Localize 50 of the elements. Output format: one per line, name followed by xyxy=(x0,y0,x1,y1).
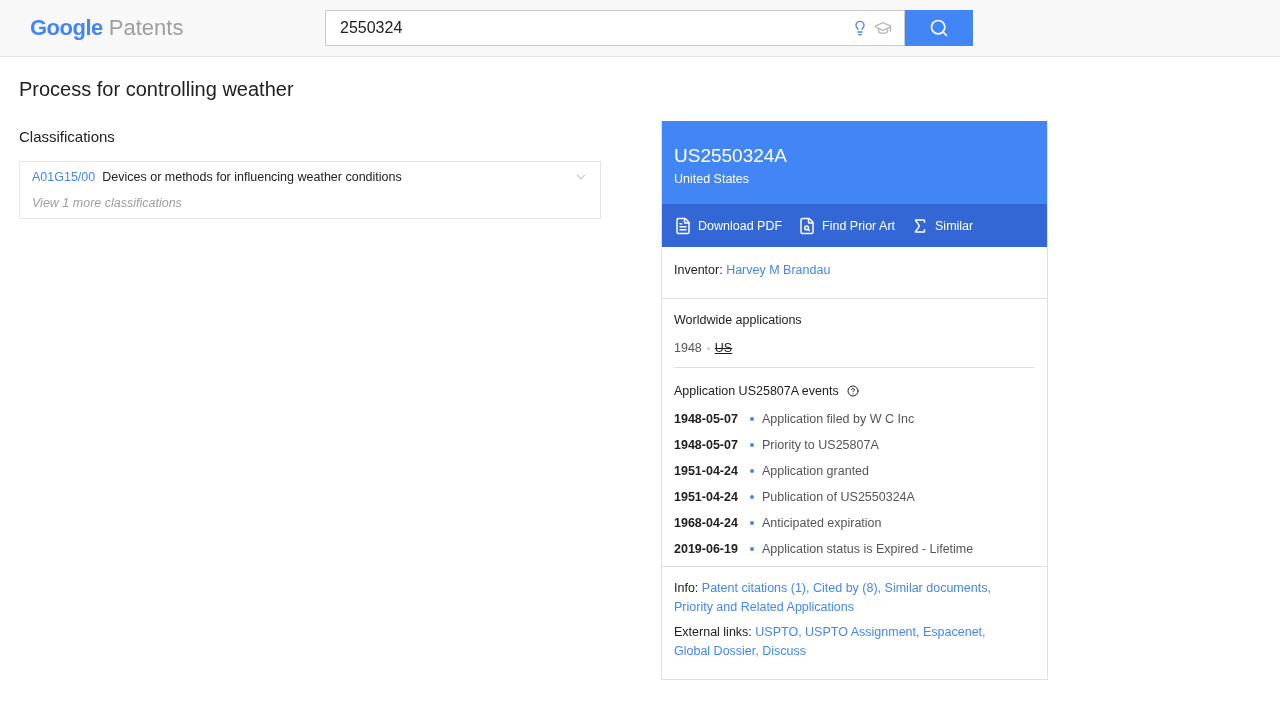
event-date: 2019-06-19 xyxy=(674,542,739,556)
help-icon[interactable] xyxy=(846,385,859,397)
inventor-link[interactable]: Harvey M Brandau xyxy=(726,263,831,277)
action-link[interactable]: Similar xyxy=(911,216,974,235)
event-date: 1951-04-24 xyxy=(674,490,739,504)
info-label: External links: xyxy=(674,625,752,639)
country: United States xyxy=(674,172,751,186)
info-link[interactable]: USPTO Assignment, xyxy=(805,625,920,639)
classification-description: Devices or methods for influencing weather conditions xyxy=(102,170,403,184)
patent-number: US2550324A xyxy=(674,145,789,167)
lightbulb-icon[interactable] xyxy=(852,20,868,36)
patent-title: Process for controlling weather xyxy=(19,78,295,101)
section-heading: Application US25807A events xyxy=(674,384,839,398)
country-link[interactable]: US xyxy=(714,341,733,355)
info-link[interactable]: Global Dossier, xyxy=(674,644,759,658)
info-label: Info: xyxy=(674,581,699,595)
application-year: 1948 xyxy=(674,341,702,355)
info-link[interactable]: Similar documents, xyxy=(884,581,991,595)
info-link[interactable]: Cited by (8), xyxy=(813,581,882,595)
event-description: Priority to US25807A xyxy=(762,438,879,452)
event-description: Application status is Expired - Lifetime xyxy=(762,542,974,556)
action-link[interactable]: Download PDF xyxy=(674,216,783,235)
event-date: 1951-04-24 xyxy=(674,464,739,478)
info-link[interactable]: Patent citations (1), xyxy=(701,581,810,595)
event-date: 1948-05-07 xyxy=(674,412,739,426)
event-description: Anticipated expiration xyxy=(762,516,882,530)
section-heading: Classifications xyxy=(19,128,116,145)
event-date: 1948-05-07 xyxy=(674,438,739,452)
more-classifications-link[interactable]: View 1 more classifications xyxy=(32,196,588,210)
section-heading: Worldwide applications xyxy=(674,313,802,327)
search-field[interactable]: 2550324 xyxy=(325,10,905,46)
info-link[interactable]: Espacenet, xyxy=(923,625,986,639)
search-icon xyxy=(929,18,949,38)
info-link[interactable]: Discuss xyxy=(762,644,806,658)
classification-code[interactable]: A01G15/00 xyxy=(32,170,96,184)
event-description: Publication of US2550324A xyxy=(762,490,915,504)
inventor-label: Inventor: xyxy=(674,263,723,277)
info-link[interactable]: Priority and Related Applications xyxy=(674,600,854,614)
logo-text: Google xyxy=(30,15,103,41)
action-link[interactable]: Find Prior Art xyxy=(798,216,895,235)
document-icon xyxy=(674,216,692,235)
search-input[interactable]: 2550324 xyxy=(338,18,852,38)
event-description: Application filed by W C Inc xyxy=(762,412,915,426)
document-search-icon xyxy=(798,216,817,235)
event-description: Application granted xyxy=(762,464,870,478)
search-button[interactable] xyxy=(905,10,973,46)
info-link[interactable]: USPTO, xyxy=(755,625,802,639)
graduation-cap-icon[interactable] xyxy=(874,19,892,37)
product-name: Patents xyxy=(108,15,184,41)
event-date: 1968-04-24 xyxy=(674,516,739,530)
